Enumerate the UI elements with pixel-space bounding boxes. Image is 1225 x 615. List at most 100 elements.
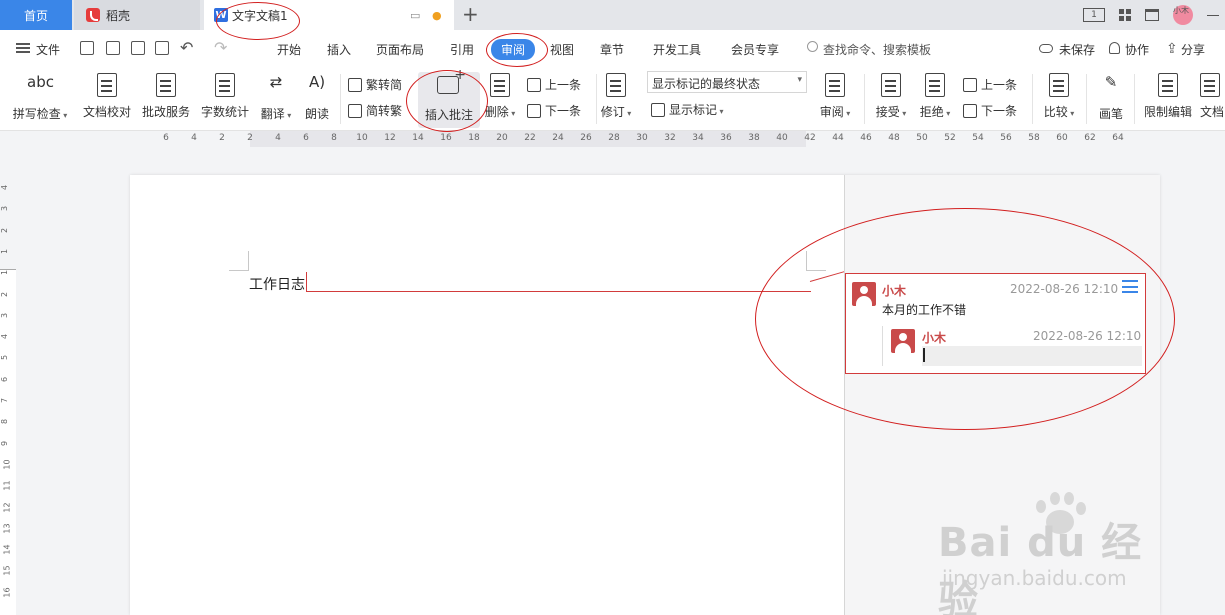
undo-icon[interactable]: ↶ <box>180 38 193 57</box>
margin-corner-mark <box>229 251 249 271</box>
ruler-tick-label: 8 <box>331 133 337 143</box>
markup-state-select[interactable]: 显示标记的最终状态 <box>647 71 807 93</box>
doc-proof-button[interactable]: 文档校对 <box>80 68 134 130</box>
apps-grid-icon[interactable] <box>1119 9 1131 21</box>
monitor-icon[interactable]: ▭ <box>410 9 420 22</box>
simp-to-trad-button[interactable]: 简转繁 <box>348 102 402 119</box>
compare-label: 比较 <box>1044 103 1075 120</box>
read-aloud-icon: A) <box>308 73 326 91</box>
annotation-ellipse <box>216 2 300 40</box>
accept-button[interactable]: 接受 <box>872 68 910 130</box>
print-preview-icon[interactable] <box>155 41 169 55</box>
review-service-label: 批改服务 <box>141 105 190 119</box>
unsaved-button[interactable]: 未保存 <box>1059 41 1095 58</box>
title-bar: 首页 稻壳 W 文字文稿1 ▭ ● + 1 小木 <box>0 0 1225 30</box>
menu-start[interactable]: 开始 <box>277 41 301 58</box>
unsaved-dot-icon: ● <box>432 9 442 22</box>
tab-home[interactable]: 首页 <box>0 0 72 30</box>
reject-icon <box>925 73 945 97</box>
menu-devtools[interactable]: 开发工具 <box>653 41 701 58</box>
ribbon-divider <box>1086 74 1087 124</box>
restrict-edit-button[interactable]: 限制编辑 <box>1140 68 1196 130</box>
pen-button[interactable]: ✎ 画笔 <box>1094 68 1128 130</box>
spell-check-button[interactable]: abc 拼写检查 <box>8 68 72 130</box>
reject-button[interactable]: 拒绝 <box>916 68 954 130</box>
ruler-tick-label: 44 <box>832 133 844 143</box>
horizontal-ruler[interactable]: 6 4 2 2 4 6 8 10 12 14 16 18 20 22 24 26 28 30 32 34 36 38 40 4… <box>130 131 1160 149</box>
ruler-tick-label: 14 <box>412 133 424 143</box>
skin-icon[interactable] <box>1145 9 1159 21</box>
redo-icon[interactable]: ↷ <box>214 38 227 57</box>
word-count-label: 字数统计 <box>200 105 249 119</box>
prev-comment-icon <box>527 77 541 92</box>
delete-comment-button[interactable]: 删除 <box>483 68 517 130</box>
ruler-tick-label: 24 <box>552 133 564 143</box>
vertical-ruler-tick-label: 11 <box>2 480 12 491</box>
vertical-ruler-tick-label: 7 <box>0 397 10 404</box>
export-pdf-icon[interactable] <box>106 41 120 55</box>
minimize-icon[interactable] <box>1207 14 1219 16</box>
ribbon-divider <box>596 74 597 124</box>
review-service-button[interactable]: 批改服务 <box>139 68 193 130</box>
print-icon[interactable] <box>131 41 145 55</box>
command-search[interactable]: 查找命令、搜索模板 <box>823 41 931 58</box>
window-controls: 1 小木 <box>1069 0 1225 30</box>
show-markup-button[interactable]: 显示标记 <box>651 101 724 118</box>
next-comment-icon <box>527 103 541 118</box>
track-changes-button[interactable]: 修订 <box>600 68 632 130</box>
menu-file[interactable]: 文件 <box>36 41 60 58</box>
show-markup-label: 显示标记 <box>669 101 724 118</box>
ruler-tick-label: 12 <box>384 133 396 143</box>
comment-connector <box>306 291 811 292</box>
menu-reference[interactable]: 引用 <box>450 41 474 58</box>
cloud-icon <box>1039 44 1053 53</box>
menu-view[interactable]: 视图 <box>550 41 574 58</box>
next-change-button[interactable]: 下一条 <box>963 102 1017 119</box>
vertical-ruler-tick-label: 13 <box>2 523 12 534</box>
watermark-brand: Bai du 经验 <box>938 520 1143 615</box>
prev-comment-button[interactable]: 上一条 <box>527 76 581 93</box>
review-service-icon <box>156 73 176 97</box>
ruler-tick-label: 52 <box>944 133 956 143</box>
share-button[interactable]: 分享 <box>1181 41 1205 58</box>
menu-bar: 文件 ↶ ↷ 开始 插入 页面布局 引用 审阅 视图 章节 开发工具 会员专享 … <box>0 30 1225 68</box>
prev-change-button[interactable]: 上一条 <box>963 76 1017 93</box>
comment-anchor <box>306 272 307 292</box>
translate-button[interactable]: ⇄ 翻译 <box>256 68 296 130</box>
prev-change-label: 上一条 <box>981 78 1018 92</box>
save-icon[interactable] <box>80 41 94 55</box>
doc-permission-button[interactable]: 文档 <box>1200 68 1225 130</box>
trad-to-simp-button[interactable]: 繁转简 <box>348 76 402 93</box>
new-tab-button[interactable]: + <box>462 4 479 24</box>
ruler-tick-label: 50 <box>916 133 928 143</box>
menu-insert[interactable]: 插入 <box>327 41 351 58</box>
menu-page-layout[interactable]: 页面布局 <box>376 41 424 58</box>
vertical-ruler-tick-label: 16 <box>2 587 12 598</box>
track-changes-label: 修订 <box>601 103 632 120</box>
word-count-button[interactable]: 字数统计 <box>198 68 252 130</box>
ruler-tick-label: 30 <box>636 133 648 143</box>
collab-button[interactable]: 协作 <box>1125 41 1149 58</box>
review-pane-icon <box>825 73 845 97</box>
menu-chapter[interactable]: 章节 <box>600 41 624 58</box>
baidu-watermark: Bai du 经验 jingyan.baidu.com <box>930 490 1160 615</box>
next-comment-button[interactable]: 下一条 <box>527 102 581 119</box>
vertical-ruler[interactable]: 4 3 2 1 1 2 3 4 5 6 7 8 9 10 11 12 13 14 15 16 <box>0 175 16 615</box>
tab-home-label: 首页 <box>23 8 48 23</box>
menu-member[interactable]: 会员专享 <box>731 41 779 58</box>
collab-icon <box>1109 42 1120 54</box>
annotation-ellipse <box>406 70 488 132</box>
read-aloud-label: 朗读 <box>304 107 329 121</box>
user-avatar[interactable]: 小木 <box>1173 5 1193 25</box>
layout-toggle-icon[interactable]: 1 <box>1083 8 1105 22</box>
menu-icon[interactable] <box>16 43 30 53</box>
review-pane-button[interactable]: 审阅 <box>816 68 854 130</box>
vertical-ruler-tick-label: 15 <box>2 565 12 576</box>
document-text[interactable]: 工作日志 <box>249 274 305 294</box>
read-aloud-button[interactable]: A) 朗读 <box>300 68 334 130</box>
compare-button[interactable]: 比较 <box>1040 68 1078 130</box>
tab-daoke[interactable]: 稻壳 <box>74 0 200 30</box>
vertical-ruler-tick-label: 1 <box>0 248 10 254</box>
ruler-tick-label: 28 <box>608 133 620 143</box>
vertical-ruler-tick-label: 14 <box>2 544 12 555</box>
